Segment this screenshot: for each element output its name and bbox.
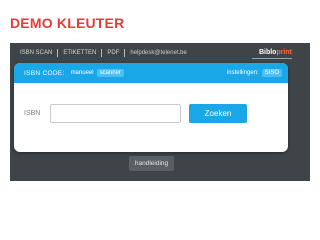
settings-label: instellingen: (226, 70, 259, 76)
mode-manueel[interactable]: manueel (71, 70, 94, 76)
logo-text-accent: print (276, 49, 292, 56)
bibloprint-logo: Bibloprint (259, 49, 292, 56)
nav-separator (57, 49, 59, 57)
isbn-code-label: ISBN CODE: (24, 69, 65, 77)
nav-separator (101, 49, 103, 57)
top-navigation: ISBN SCAN ETIKETTEN PDF helpdesk@telenet… (20, 49, 187, 57)
mode-scanner-pill[interactable]: scanner (96, 69, 124, 77)
nav-separator (124, 49, 126, 57)
page-title: DEMO KLEUTER (10, 15, 125, 31)
manual-button[interactable]: handleiding (129, 156, 174, 171)
settings-group: instellingen: SISO (227, 69, 282, 77)
search-button[interactable]: Zoeken (189, 104, 247, 123)
nav-isbn-scan[interactable]: ISBN SCAN (20, 50, 52, 56)
card-header: ISBN CODE: manueel scanner instellingen:… (14, 63, 288, 83)
email-link[interactable]: helpdesk@telenet.be (130, 50, 186, 56)
isbn-row: ISBN Zoeken (24, 104, 247, 123)
nav-pdf[interactable]: PDF (107, 50, 119, 56)
app-panel: ISBN SCAN ETIKETTEN PDF helpdesk@telenet… (10, 43, 310, 181)
nav-etiketten[interactable]: ETIKETTEN (63, 50, 96, 56)
isbn-label: ISBN (24, 110, 41, 117)
isbn-input[interactable] (50, 104, 181, 123)
settings-siso-pill[interactable]: SISO (261, 69, 282, 77)
logo-underline (252, 58, 292, 59)
logo-text-main: Biblo (258, 49, 277, 56)
isbn-card: ISBN CODE: manueel scanner instellingen:… (14, 63, 288, 152)
